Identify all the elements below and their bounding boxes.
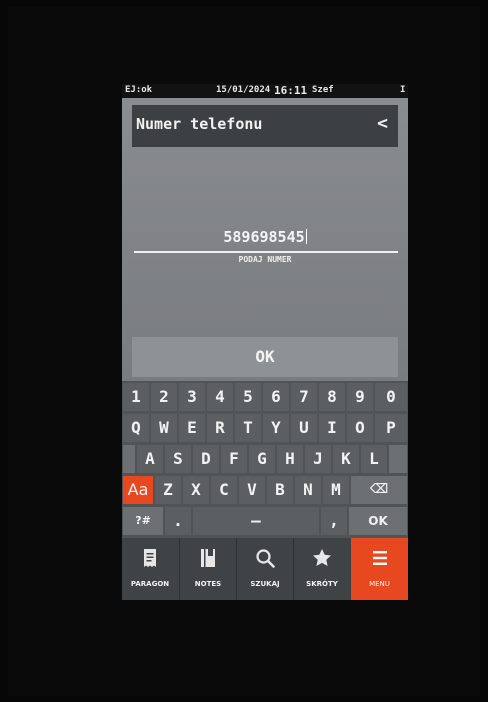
keyboard-ok-key[interactable]: OK: [349, 507, 407, 535]
nav-paragon-label: PARAGON: [130, 580, 170, 588]
key-g[interactable]: G: [249, 445, 275, 473]
status-date: 15/01/2024: [216, 85, 271, 95]
device-screen: EJ:ok 15/01/2024 16:11 Szef I Numer tele…: [122, 84, 408, 600]
key-5[interactable]: 5: [235, 383, 261, 411]
notebook-icon: [180, 546, 236, 570]
text-caret: [305, 229, 307, 244]
key-j[interactable]: J: [305, 445, 331, 473]
key-f[interactable]: F: [221, 445, 247, 473]
symbols-key[interactable]: ?#: [123, 507, 163, 535]
device-bezel: EJ:ok 15/01/2024 16:11 Szef I Numer tele…: [8, 6, 480, 696]
status-bar: EJ:ok 15/01/2024 16:11 Szef I: [122, 84, 408, 98]
nav-skroty[interactable]: SKRÓTY: [294, 538, 350, 600]
key-4[interactable]: 4: [207, 383, 233, 411]
input-underline: [134, 251, 398, 253]
key-2[interactable]: 2: [151, 383, 177, 411]
receipt-icon: [122, 546, 178, 570]
nav-paragon[interactable]: PARAGON: [122, 538, 178, 600]
key-x[interactable]: X: [183, 476, 209, 504]
on-screen-keyboard: 1 2 3 4 5 6 7 8 9 0 Q W E R T Y U I O P …: [122, 381, 408, 538]
status-time: 16:11: [274, 84, 308, 97]
key-c[interactable]: C: [211, 476, 237, 504]
nav-menu[interactable]: MENU: [351, 538, 408, 600]
key-dot[interactable]: .: [165, 507, 191, 535]
key-u[interactable]: U: [291, 414, 317, 442]
status-user: Szef: [312, 85, 334, 95]
space-key[interactable]: —: [193, 507, 319, 535]
key-8[interactable]: 8: [319, 383, 345, 411]
key-comma[interactable]: ,: [321, 507, 347, 535]
input-hint: PODAJ NUMER: [238, 255, 292, 264]
key-a[interactable]: A: [137, 445, 163, 473]
key-3[interactable]: 3: [179, 383, 205, 411]
key-9[interactable]: 9: [347, 383, 373, 411]
case-toggle-key[interactable]: Aa: [123, 476, 153, 504]
key-n[interactable]: N: [295, 476, 321, 504]
nav-szukaj[interactable]: SZUKAJ: [237, 538, 293, 600]
nav-skroty-label: SKRÓTY: [306, 580, 338, 588]
keyboard-row-indent: [123, 445, 135, 473]
bottom-navigation: PARAGON NOTES SZUKAJ SKRÓTY MENU: [122, 538, 408, 600]
keyboard-row-filler: [389, 445, 407, 473]
key-h[interactable]: H: [277, 445, 303, 473]
key-m[interactable]: M: [323, 476, 349, 504]
key-q[interactable]: Q: [123, 414, 149, 442]
key-r[interactable]: R: [207, 414, 233, 442]
key-t[interactable]: T: [235, 414, 261, 442]
nav-notes[interactable]: NOTES: [180, 538, 236, 600]
menu-icon: [351, 546, 408, 570]
input-panel: Numer telefonu < 589698545 PODAJ NUMER O…: [122, 98, 408, 381]
nav-menu-label: MENU: [369, 580, 390, 588]
keyboard-row-qwerty: Q W E R T Y U I O P: [122, 414, 408, 442]
key-7[interactable]: 7: [291, 383, 317, 411]
star-icon: [294, 546, 350, 570]
keyboard-row-digits: 1 2 3 4 5 6 7 8 9 0: [122, 383, 408, 411]
phone-number-field[interactable]: 589698545: [122, 228, 408, 246]
key-k[interactable]: K: [333, 445, 359, 473]
key-0[interactable]: 0: [375, 383, 407, 411]
key-i[interactable]: I: [319, 414, 345, 442]
key-s[interactable]: S: [165, 445, 191, 473]
nav-szukaj-label: SZUKAJ: [250, 580, 280, 588]
page-title: Numer telefonu: [136, 115, 263, 133]
title-bar: Numer telefonu <: [132, 105, 398, 147]
status-indicator: I: [400, 85, 406, 95]
key-w[interactable]: W: [151, 414, 177, 442]
key-l[interactable]: L: [361, 445, 387, 473]
nav-notes-label: NOTES: [194, 580, 222, 588]
ok-button[interactable]: OK: [132, 337, 398, 377]
phone-number-value: 589698545: [223, 228, 305, 246]
keyboard-row-zxcv: Aa Z X C V B N M ⌫: [122, 476, 408, 504]
key-o[interactable]: O: [347, 414, 373, 442]
keyboard-row-asdf: A S D F G H J K L: [122, 445, 408, 473]
key-b[interactable]: B: [267, 476, 293, 504]
search-icon: [237, 546, 293, 570]
key-p[interactable]: P: [375, 414, 407, 442]
key-6[interactable]: 6: [263, 383, 289, 411]
keyboard-row-bottom: ?# . — , OK: [122, 507, 408, 535]
key-d[interactable]: D: [193, 445, 219, 473]
key-1[interactable]: 1: [123, 383, 149, 411]
status-receipt-state: EJ:ok: [125, 85, 153, 95]
key-z[interactable]: Z: [155, 476, 181, 504]
key-e[interactable]: E: [179, 414, 205, 442]
key-y[interactable]: Y: [263, 414, 289, 442]
backspace-icon[interactable]: ⌫: [351, 476, 407, 504]
key-v[interactable]: V: [239, 476, 265, 504]
back-chevron-icon[interactable]: <: [377, 113, 388, 134]
